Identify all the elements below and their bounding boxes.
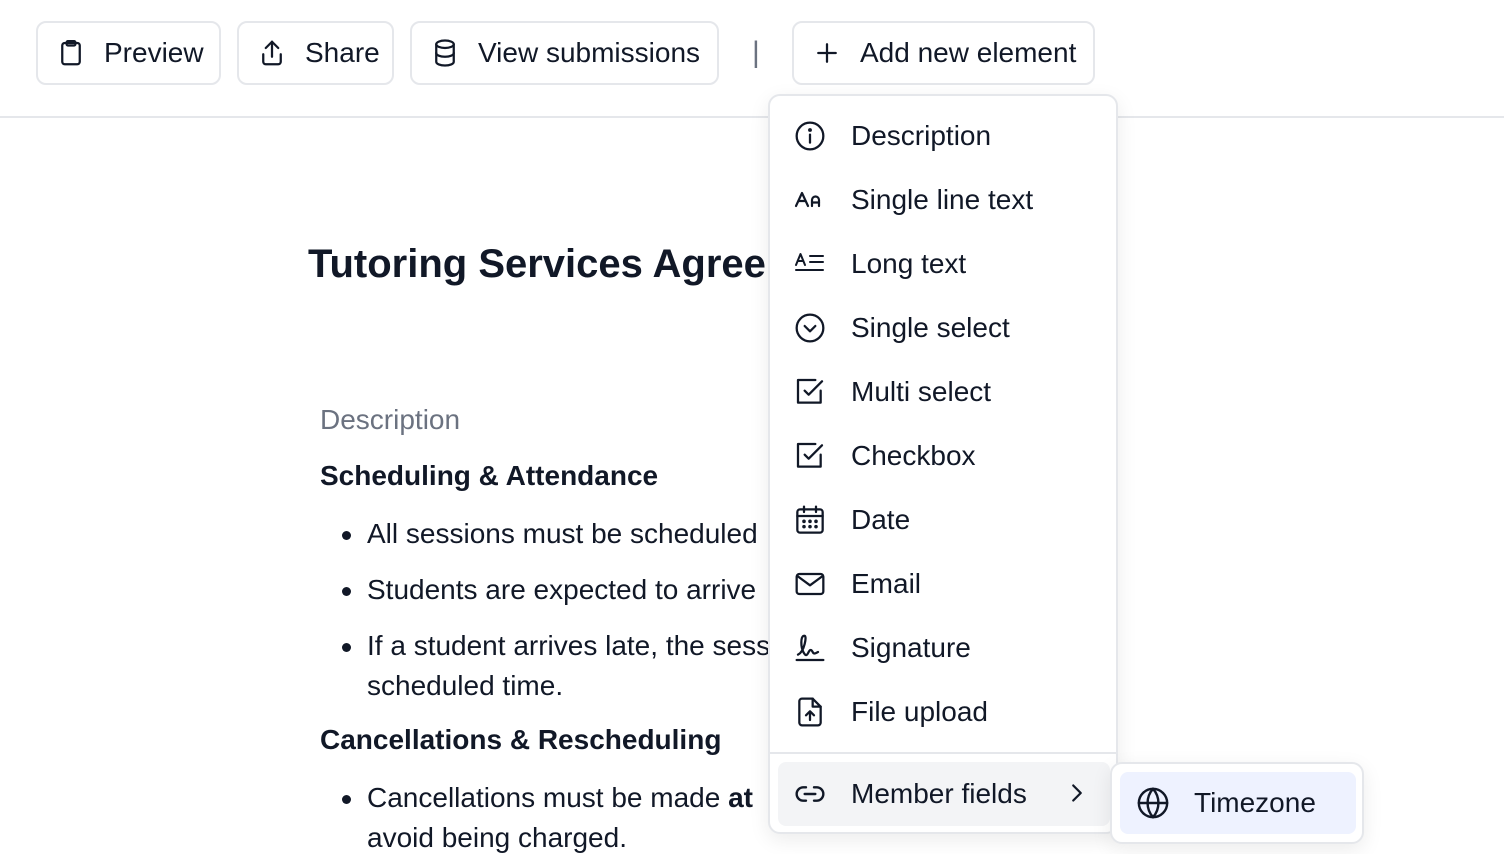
menu-item-long-text[interactable]: Long text [770, 234, 1116, 294]
menu-item-signature[interactable]: Signature [770, 618, 1116, 678]
chevron-circle-icon [795, 313, 825, 343]
member-fields-submenu: Timezone [1110, 762, 1364, 844]
menu-item-single-select[interactable]: Single select [770, 298, 1116, 358]
page-title[interactable]: Tutoring Services Agreement [308, 242, 770, 287]
globe-icon [1137, 787, 1169, 819]
menu-item-email[interactable]: Email [770, 554, 1116, 614]
add-element-menu: Description Single line text Long text S… [768, 94, 1118, 834]
description-label: Description [320, 404, 461, 435]
heading-cancellations: Cancellations & Rescheduling [320, 724, 722, 755]
signature-icon [795, 634, 825, 662]
file-upload-icon [798, 697, 822, 727]
menu-item-description[interactable]: Description [770, 106, 1116, 166]
menu-item-date[interactable]: Date [770, 490, 1116, 550]
menu-item-single-line-text[interactable]: Single line text [770, 170, 1116, 230]
list-item: Cancellations must be made at avoid bein… [340, 778, 753, 854]
info-icon [795, 121, 825, 151]
document-area: Tutoring Services Agreement Description … [0, 0, 770, 854]
menu-item-file-upload[interactable]: File upload [770, 682, 1116, 742]
checkbox-icon [796, 442, 824, 468]
menu-item-checkbox[interactable]: Checkbox [770, 426, 1116, 486]
menu-item-member-fields[interactable]: Member fields [778, 762, 1110, 826]
checkbox-icon [796, 378, 824, 404]
text-aa-icon [794, 191, 821, 208]
menu-divider [770, 752, 1116, 754]
list-item: Students are expected to arrive [340, 570, 756, 610]
link-icon [795, 786, 825, 802]
plus-icon [817, 43, 837, 63]
long-text-icon [795, 253, 824, 271]
list-item: All sessions must be scheduled [340, 514, 758, 554]
heading-scheduling: Scheduling & Attendance [320, 460, 659, 491]
add-new-element-label: Add new element [860, 37, 1077, 68]
calendar-icon [796, 505, 824, 534]
submenu-item-timezone[interactable]: Timezone [1120, 772, 1356, 834]
add-new-element-button[interactable]: Add new element [792, 21, 1095, 85]
list-item: If a student arrives late, the session s… [340, 626, 770, 706]
chevron-right-icon [1072, 784, 1082, 802]
mail-icon [795, 572, 825, 596]
menu-item-multi-select[interactable]: Multi select [770, 362, 1116, 422]
